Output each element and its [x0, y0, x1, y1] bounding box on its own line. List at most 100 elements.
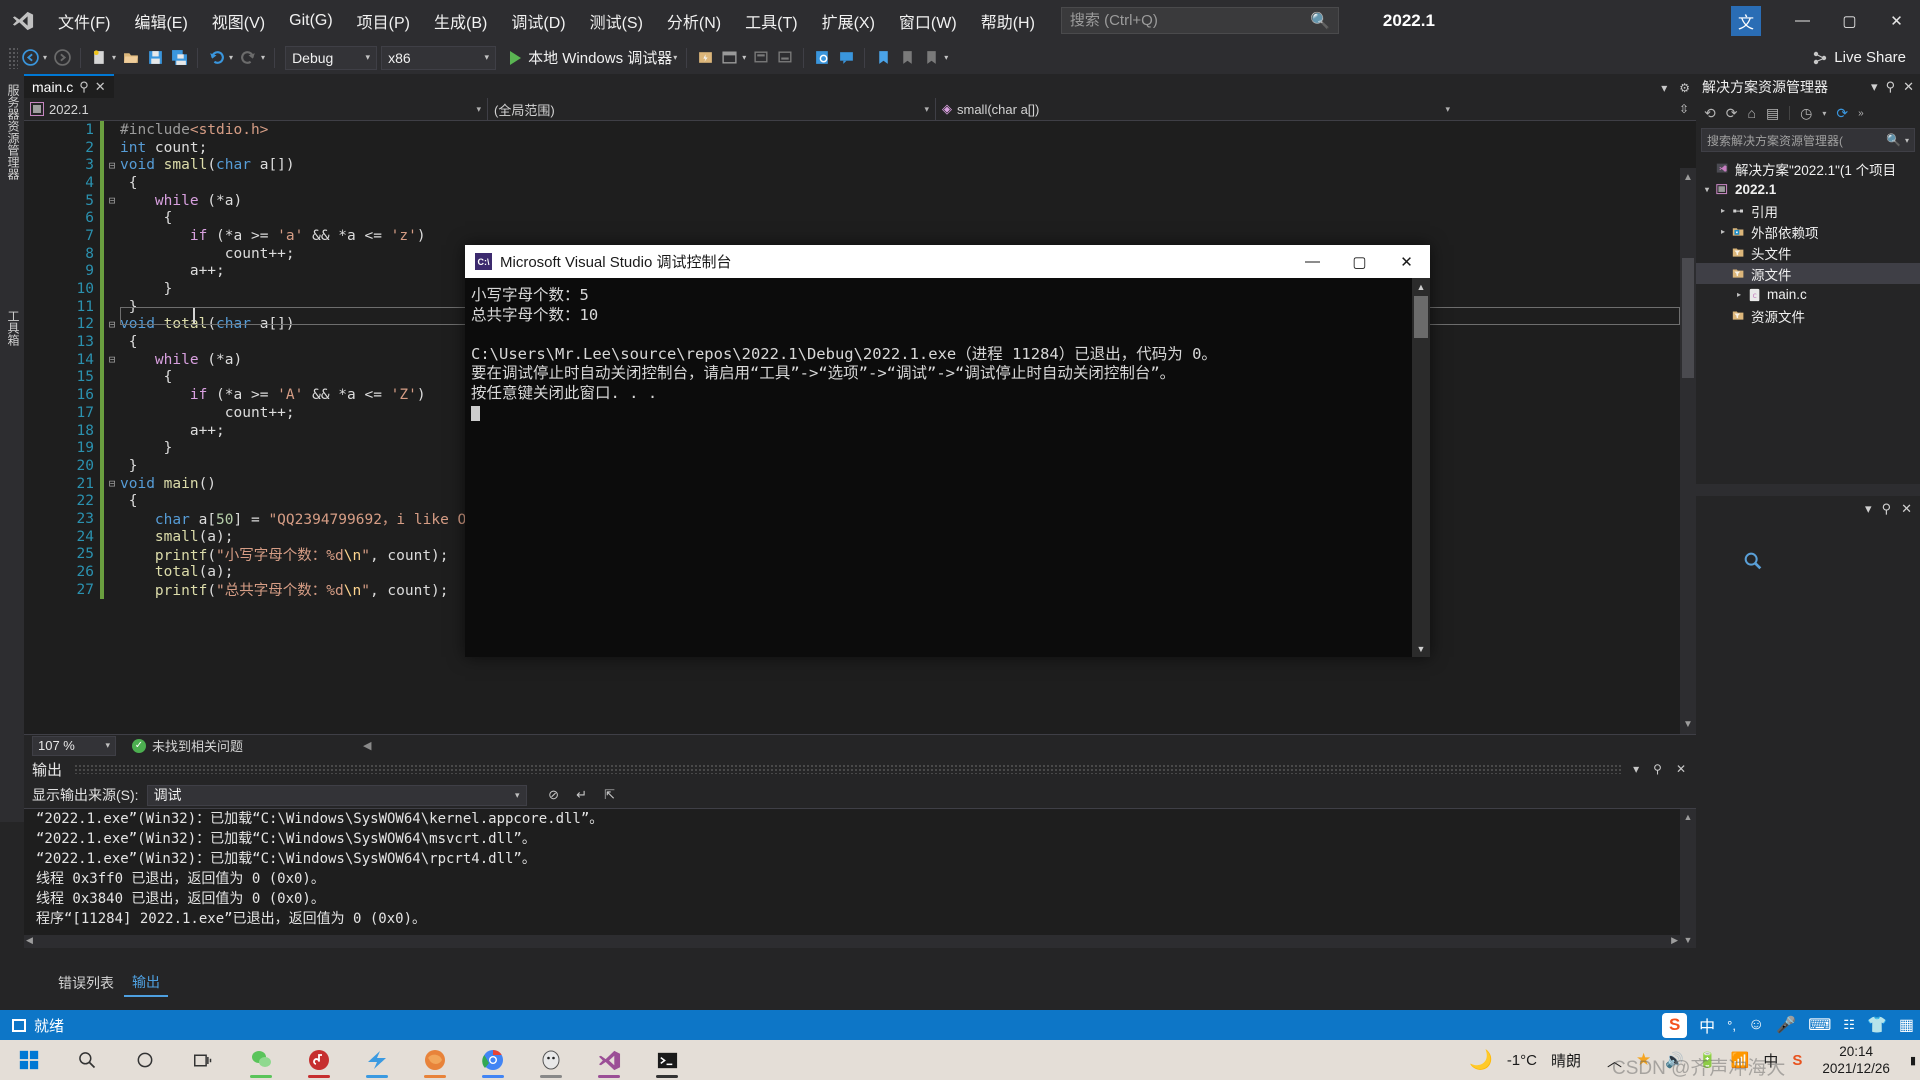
pin-icon[interactable]: ⚲	[79, 79, 89, 95]
menu-project[interactable]: 项目(P)	[345, 0, 422, 41]
switch-views-icon[interactable]: ▤	[1766, 105, 1779, 122]
apps-grid-icon[interactable]: ▦	[1899, 1015, 1914, 1035]
taskbar-app-console[interactable]	[638, 1040, 696, 1080]
fold-toggle-icon[interactable]: ⊟	[104, 477, 120, 490]
code-line[interactable]: 7 if (*a >= 'a' && *a <= 'z')	[24, 227, 1696, 245]
forward-icon[interactable]: ⟳	[1726, 105, 1738, 122]
output-vertical-scrollbar[interactable]: ▲ ▼	[1680, 809, 1696, 948]
search-taskbar-icon[interactable]	[58, 1040, 116, 1080]
breakpoint-gutter[interactable]	[24, 280, 60, 298]
expand-collapse-icon[interactable]: ▸	[1716, 206, 1730, 215]
breakpoint-gutter[interactable]	[24, 457, 60, 475]
tab-output[interactable]: 输出	[124, 969, 168, 997]
close-button[interactable]: ✕	[1873, 0, 1920, 41]
code-line[interactable]: 1 #include<stdio.h>	[24, 121, 1696, 139]
fold-toggle-icon[interactable]: ⊟	[104, 353, 120, 366]
scroll-right-icon[interactable]: ▶	[1671, 935, 1680, 946]
output-horizontal-scrollbar[interactable]: ◀ ▶	[24, 935, 1680, 948]
code-line[interactable]: 3 ⊟ void small(char a[])	[24, 156, 1696, 175]
menu-extensions[interactable]: 扩展(X)	[810, 0, 887, 41]
taskbar-app-wechat[interactable]	[232, 1040, 290, 1080]
fold-toggle-icon[interactable]: ⊟	[104, 159, 120, 172]
tab-error-list[interactable]: 错误列表	[50, 970, 122, 996]
microphone-icon[interactable]: 🎤	[1776, 1015, 1796, 1035]
solution-tree-item[interactable]: 解决方案"2022.1"(1 个项目	[1696, 158, 1920, 179]
redo-dropdown-icon[interactable]: ▾	[261, 53, 265, 62]
menu-help[interactable]: 帮助(H)	[969, 0, 1047, 41]
save-icon[interactable]	[143, 46, 167, 70]
prev-bookmark-icon[interactable]	[895, 46, 919, 70]
back-icon[interactable]: ⟲	[1704, 105, 1716, 122]
taskbar-app-qq[interactable]	[522, 1040, 580, 1080]
taskbar-app-firefox[interactable]	[406, 1040, 464, 1080]
breakpoint-gutter[interactable]	[24, 386, 60, 404]
output-source-combo[interactable]: 调试 ▾	[146, 784, 527, 806]
punctuation-mode-icon[interactable]: °,	[1727, 1018, 1736, 1033]
menu-git[interactable]: Git(G)	[277, 0, 345, 41]
chevron-down-icon[interactable]: ▾	[1661, 81, 1667, 95]
breakpoint-gutter[interactable]	[24, 227, 60, 245]
expand-collapse-icon[interactable]: ▾	[1700, 185, 1714, 194]
menu-test[interactable]: 测试(S)	[578, 0, 655, 41]
breakpoint-gutter[interactable]	[24, 580, 60, 599]
tab-server-explorer[interactable]: 服务器资源管理器	[0, 74, 27, 190]
zoom-level-combo[interactable]: 107 % ▾	[32, 735, 116, 756]
toggle-wordwrap-icon[interactable]: ↵	[573, 786, 591, 804]
live-share-button[interactable]: Live Share	[1812, 49, 1906, 66]
breakpoint-gutter[interactable]	[24, 121, 60, 139]
start-debugging-button[interactable]: 本地 Windows 调试器 ▾	[510, 47, 680, 68]
console-close-button[interactable]: ✕	[1383, 245, 1430, 278]
console-output-area[interactable]: 小写字母个数：5 总共字母个数：10 C:\Users\Mr.Lee\source…	[465, 278, 1430, 657]
scrollbar-thumb[interactable]	[1682, 258, 1694, 378]
breakpoint-gutter[interactable]	[24, 563, 60, 581]
weather-label[interactable]: 晴朗	[1551, 1050, 1581, 1071]
project-scope-combo[interactable]: 2022.1 ▾	[24, 97, 488, 121]
tab-toolbox[interactable]: 工具箱	[0, 300, 27, 356]
solution-configuration-combo[interactable]: Debug ▾	[285, 45, 378, 70]
gear-icon[interactable]: ⚙	[1679, 81, 1690, 95]
navigate-forward-icon[interactable]	[50, 46, 74, 70]
breakpoint-gutter[interactable]	[24, 262, 60, 281]
skin-icon[interactable]: 👕	[1867, 1015, 1887, 1035]
console-scrollbar[interactable]: ▲ ▼	[1412, 278, 1430, 657]
user-avatar[interactable]: 文	[1731, 5, 1761, 36]
menu-build[interactable]: 生成(B)	[422, 0, 499, 41]
save-all-icon[interactable]	[167, 46, 191, 70]
taskbar-app-thunder[interactable]	[348, 1040, 406, 1080]
overflow-icon[interactable]: »	[1858, 108, 1864, 119]
breakpoint-gutter[interactable]	[24, 527, 60, 546]
code-line[interactable]: 5 ⊟ while (*a)	[24, 191, 1696, 210]
fold-toggle-icon[interactable]: ⊟	[104, 318, 120, 331]
solution-tree-item[interactable]: ▾ 2022.1	[1696, 179, 1920, 200]
open-file-icon[interactable]	[119, 46, 143, 70]
breakpoint-gutter[interactable]	[24, 156, 60, 175]
sogou-ime-icon[interactable]: S	[1662, 1012, 1688, 1038]
scroll-up-icon[interactable]: ▲	[1680, 812, 1696, 822]
console-title-bar[interactable]: C:\ Microsoft Visual Studio 调试控制台 — ▢ ✕	[465, 245, 1430, 278]
scroll-up-icon[interactable]: ▲	[1412, 278, 1430, 295]
refresh-icon[interactable]: ⟳	[1836, 105, 1848, 122]
console-minimize-button[interactable]: —	[1289, 245, 1336, 278]
pin-icon[interactable]: ⚲	[1653, 762, 1662, 776]
drag-handle[interactable]	[74, 764, 1622, 774]
code-line[interactable]: 4 {	[24, 174, 1696, 192]
close-icon[interactable]: ✕	[1676, 762, 1686, 776]
breakpoint-gutter[interactable]	[24, 138, 60, 157]
scroll-down-icon[interactable]: ▼	[1680, 935, 1696, 945]
breakpoint-gutter[interactable]	[24, 209, 60, 228]
function-scope-combo[interactable]: ◈ small(char a[]) ▾	[936, 98, 1456, 121]
menu-analyze[interactable]: 分析(N)	[655, 0, 733, 41]
undo-icon[interactable]	[204, 46, 228, 70]
bookmark-icon[interactable]	[871, 46, 895, 70]
breakpoint-gutter[interactable]	[24, 368, 60, 387]
chevron-down-icon[interactable]: ▾	[1905, 136, 1909, 145]
navigate-back-icon[interactable]	[18, 46, 42, 70]
new-project-icon[interactable]	[87, 46, 111, 70]
next-bookmark-icon[interactable]	[919, 46, 943, 70]
scroll-up-icon[interactable]: ▲	[1682, 172, 1694, 183]
panel-splitter[interactable]	[1696, 484, 1920, 496]
menu-debug[interactable]: 调试(D)	[499, 0, 577, 41]
toolbar-grip[interactable]	[8, 46, 18, 69]
scroll-down-icon[interactable]: ▼	[1412, 640, 1430, 657]
solution-tree-item[interactable]: ▸ c main.c	[1696, 284, 1920, 305]
